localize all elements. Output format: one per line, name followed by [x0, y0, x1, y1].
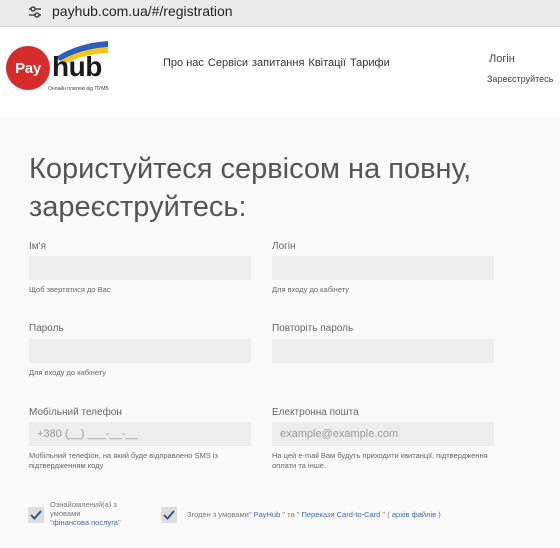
email-field[interactable] — [272, 422, 494, 446]
financial-service-link[interactable]: фінансова послуга — [53, 518, 118, 527]
payhub-logo[interactable]: Pay hub Онлайн платежі від ПУМБ — [6, 39, 114, 101]
site-settings-icon[interactable] — [26, 3, 44, 21]
file-archive-link[interactable]: архів файлів — [392, 510, 436, 519]
login-label: Логін — [272, 241, 296, 252]
payhub-terms-agreement-text: Згоден з умовами" PayHub " та " Перекази… — [187, 510, 441, 519]
payhub-terms-checkbox[interactable] — [161, 507, 177, 523]
address-bar[interactable]: payhub.com.ua/#/registration — [0, 0, 560, 27]
phone-label: Мобільний телефон — [29, 407, 122, 418]
password-label: Пароль — [29, 323, 64, 334]
payhub-terms-link[interactable]: PayHub — [254, 510, 281, 519]
login-field[interactable] — [272, 256, 494, 280]
financial-service-agreement-text: Ознайомлений(а) з умовами "фінансова пос… — [50, 500, 150, 527]
login-link[interactable]: Логін — [489, 53, 515, 65]
quote-close: " — [117, 518, 121, 527]
agreement-line1: Ознайомлений(а) з — [50, 500, 117, 509]
phone-field[interactable] — [29, 422, 251, 446]
password-repeat-label: Повторіть пароль — [272, 323, 354, 334]
login-hint: Для входу до кабінету — [272, 285, 350, 294]
logo-tagline: Онлайн платежі від ПУМБ — [48, 86, 109, 92]
nav-item-faq[interactable]: запитання — [252, 57, 304, 69]
terms-prefix: Згоден з умовами" — [187, 510, 252, 519]
email-hint: На цей e-mail Вам будуть приходити квита… — [272, 451, 488, 470]
register-link[interactable]: Зареєструйтесь — [487, 74, 553, 84]
password-repeat-field[interactable] — [272, 339, 494, 363]
email-label: Електронна пошта — [272, 407, 359, 418]
name-field[interactable] — [29, 256, 251, 280]
name-label: Ім'я — [29, 241, 46, 252]
password-field[interactable] — [29, 339, 251, 363]
nav-item-receipts[interactable]: Квітації — [308, 57, 346, 69]
terms-mid2: " ( — [382, 510, 390, 519]
url-text[interactable]: payhub.com.ua/#/registration — [52, 3, 233, 19]
nav-item-about[interactable]: Про нас — [163, 57, 204, 69]
terms-mid1: " та " — [282, 510, 300, 519]
agreement-line2: умовами — [50, 509, 81, 518]
nav-item-tariffs[interactable]: Тарифи — [350, 57, 390, 69]
card-to-card-link[interactable]: Перекази Card-to-Card — [301, 510, 380, 519]
name-hint: Щоб звертатися до Вас — [29, 285, 111, 294]
phone-hint: Мобільний телефон, на який буде відправл… — [29, 451, 218, 470]
logo-hub-text: hub — [52, 51, 102, 82]
nav-item-services[interactable]: Сервіси — [208, 57, 248, 69]
password-hint: Для входу до кабінету — [29, 368, 107, 377]
checkmark-icon — [163, 510, 175, 520]
main-nav: Про нас Сервіси запитання Квітації Тариф… — [163, 57, 390, 69]
logo-pay-circle: Pay — [6, 46, 50, 90]
site-header: Pay hub Онлайн платежі від ПУМБ Про нас … — [0, 27, 560, 117]
terms-suffix: ) — [438, 510, 441, 519]
agreement-line3: "фінансова послуга" — [50, 518, 150, 527]
checkmark-icon — [30, 510, 42, 520]
financial-service-checkbox[interactable] — [28, 507, 44, 523]
page-title: Користуйтеся сервісом на повну, зареєстр… — [29, 153, 472, 223]
